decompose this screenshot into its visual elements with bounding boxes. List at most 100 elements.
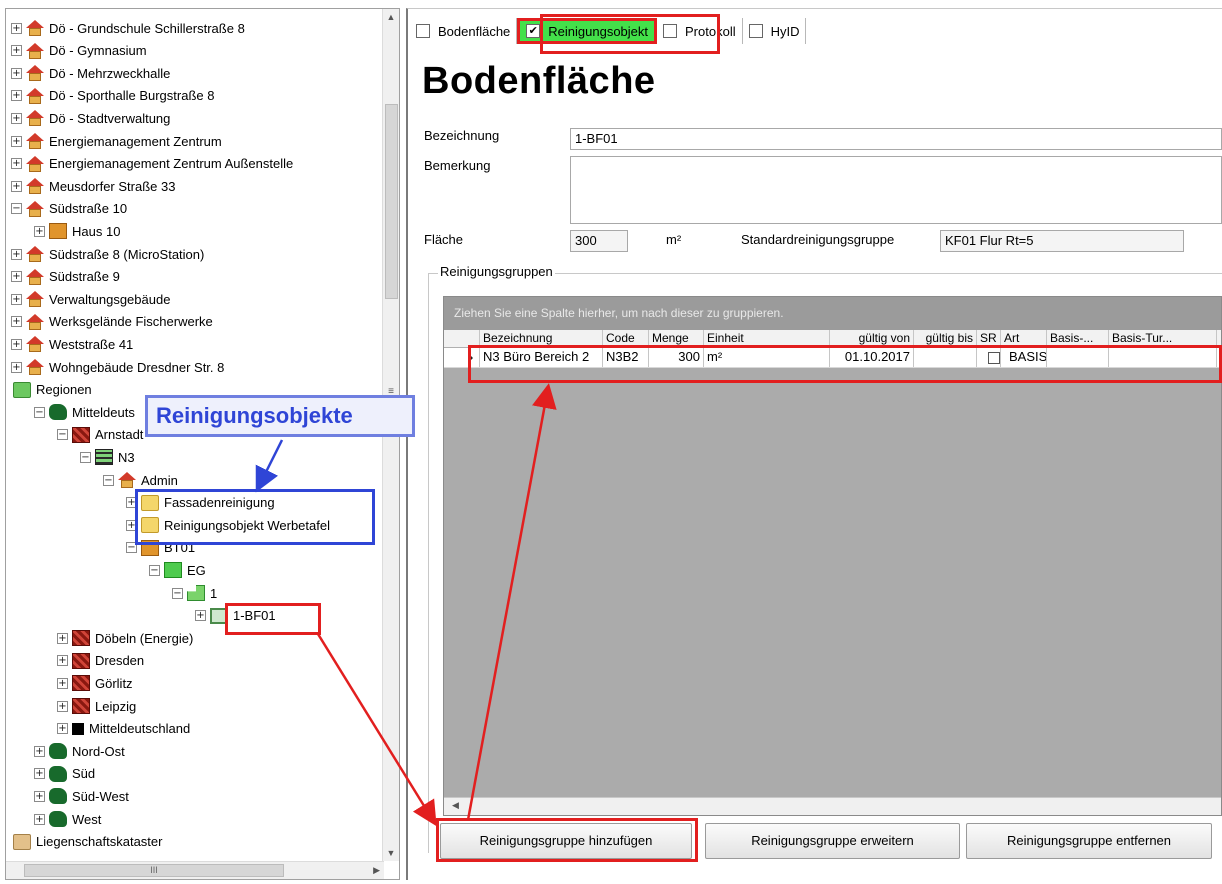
expand-icon[interactable]: + [11,158,22,170]
tree-node[interactable]: + Dö - Grundschule Schillerstraße 8 [11,17,245,39]
cell-menge[interactable]: 300 [649,348,704,367]
scroll-down-arrow-icon[interactable]: ▼ [383,845,399,861]
expand-icon[interactable]: + [11,90,22,102]
tree-node[interactable]: + Verwaltungsgebäude [11,288,170,310]
expand-icon[interactable]: + [34,813,45,825]
tab-reinigungsobjekt[interactable]: ✔ Reinigungsobjekt [517,18,658,44]
tab-reinigungsobjekt-checkbox[interactable]: ✔ [526,24,541,38]
collapse-icon[interactable]: − [80,451,91,463]
col-header-einheit[interactable]: Einheit [704,330,830,347]
tree-node[interactable]: + Dö - Mehrzweckhalle [11,62,170,84]
col-header-basis-tur[interactable]: Basis-Tur... [1109,330,1217,347]
tree-node[interactable]: + Südstraße 9 [11,266,120,288]
expand-icon[interactable]: + [11,67,22,79]
tree-horizontal-scrollbar[interactable]: III ▶ [6,861,384,879]
tree-node[interactable]: − Arnstadt [57,424,143,446]
collapse-icon[interactable]: − [126,542,137,554]
expand-icon[interactable]: + [11,22,22,34]
tree-node[interactable]: − Südstraße 10 [11,198,127,220]
expand-icon[interactable]: + [11,338,22,350]
collapse-icon[interactable]: − [11,203,22,215]
tree-node[interactable]: + Werksgelände Fischerwerke [11,311,213,333]
expand-icon[interactable]: + [34,225,45,237]
expand-icon[interactable]: + [11,316,22,328]
cell-basis[interactable] [1047,348,1109,367]
tab-protokoll-checkbox[interactable] [663,24,678,38]
expand-icon[interactable]: + [34,745,45,757]
tree-node[interactable]: − EG [149,559,206,581]
cell-einheit[interactable]: m² [704,348,830,367]
tree-scroll-thumb[interactable] [385,104,398,299]
tab-bodenflaeche[interactable]: Bodenfläche [410,18,518,44]
tree-node[interactable]: − BT01 [126,537,195,559]
tree-node[interactable]: Liegenschaftskataster [11,831,162,853]
bemerkung-field[interactable] [570,156,1222,224]
col-header-sr[interactable]: SR [977,330,1001,347]
tree-node[interactable]: + Dö - Sporthalle Burgstraße 8 [11,85,214,107]
cell-sr[interactable] [977,348,1001,367]
tree-node[interactable]: + Süd [34,763,95,785]
col-header-gueltig-bis[interactable]: gültig bis [914,330,977,347]
scroll-left-arrow-icon[interactable]: ◀ [452,800,459,811]
expand-icon[interactable]: + [57,655,68,667]
col-header-bezeichnung[interactable]: Bezeichnung [480,330,603,347]
tree-node[interactable]: + Meusdorfer Straße 33 [11,175,175,197]
collapse-icon[interactable]: − [149,564,160,576]
collapse-icon[interactable]: − [172,587,183,599]
expand-icon[interactable]: + [11,293,22,305]
cell-gueltig-bis[interactable] [914,348,977,367]
sr-checkbox[interactable] [988,351,1000,364]
col-header-code[interactable]: Code [603,330,649,347]
tree-hscroll-thumb[interactable]: III [24,864,284,877]
cell-basis-tur[interactable] [1109,348,1217,367]
tree-node[interactable]: + Görlitz [57,672,133,694]
tree-node[interactable]: + Energiemanagement Zentrum [11,130,222,152]
standardreinigungsgruppe-field[interactable]: KF01 Flur Rt=5 [940,230,1184,252]
tree-node[interactable]: + Dö - Gymnasium [11,40,147,62]
cell-bezeichnung[interactable]: N3 Büro Bereich 2 [480,348,603,367]
add-reinigungsgruppe-button[interactable]: Reinigungsgruppe hinzufügen [440,823,692,859]
bezeichnung-field[interactable]: 1-BF01 [570,128,1222,150]
scroll-right-arrow-icon[interactable]: ▶ [373,865,380,876]
tab-hyid[interactable]: HyID [743,18,807,44]
expand-icon[interactable]: + [11,112,22,124]
expand-icon[interactable]: + [34,768,45,780]
tree-node[interactable]: + Reinigungsobjekt Werbetafel [126,514,330,536]
tree-node[interactable]: − Admin [103,469,178,491]
tree-node[interactable]: − Mitteldeuts [34,401,135,423]
grid-horizontal-scrollbar[interactable]: ◀ [444,797,1221,815]
tree-node[interactable]: + Weststraße 41 [11,333,133,355]
expand-icon[interactable]: + [11,361,22,373]
object-tree[interactable]: + Dö - Grundschule Schillerstraße 8 + Dö - … [5,8,400,880]
cell-art[interactable]: BASIS [1001,348,1047,367]
expand-icon[interactable]: + [11,135,22,147]
tree-node[interactable]: + Süd-West [34,785,129,807]
cell-code[interactable]: N3B2 [603,348,649,367]
tree-node[interactable]: + Dresden [57,650,144,672]
table-row[interactable]: N3 Büro Bereich 2 N3B2 300 m² 01.10.2017… [444,348,1221,368]
tree-node[interactable]: + Dö - Stadtverwaltung [11,107,170,129]
col-header-basis[interactable]: Basis-... [1047,330,1109,347]
expand-icon[interactable]: + [57,632,68,644]
tree-node[interactable]: Regionen [11,379,92,401]
tab-protokoll[interactable]: Protokoll [657,18,743,44]
expand-icon[interactable]: + [126,497,137,509]
expand-icon[interactable]: + [57,677,68,689]
tree-node[interactable]: + Nord-Ost [34,740,125,762]
col-header-art[interactable]: Art [1001,330,1047,347]
tree-node[interactable]: + West [34,808,101,830]
expand-icon[interactable]: + [195,610,206,622]
expand-icon[interactable]: + [126,519,137,531]
tree-node[interactable]: + Fassadenreinigung [126,492,275,514]
expand-icon[interactable]: + [11,248,22,260]
collapse-icon[interactable]: − [57,429,68,441]
remove-reinigungsgruppe-button[interactable]: Reinigungsgruppe entfernen [966,823,1212,859]
expand-icon[interactable]: + [57,700,68,712]
scroll-up-arrow-icon[interactable]: ▲ [383,9,399,25]
tree-node[interactable]: + Energiemanagement Zentrum Außenstelle [11,153,293,175]
cell-gueltig-von[interactable]: 01.10.2017 [830,348,914,367]
tab-bodenflaeche-checkbox[interactable] [416,24,430,38]
collapse-icon[interactable]: − [34,406,45,418]
expand-icon[interactable]: + [11,180,22,192]
tree-node[interactable]: + Haus 10 [34,220,120,242]
